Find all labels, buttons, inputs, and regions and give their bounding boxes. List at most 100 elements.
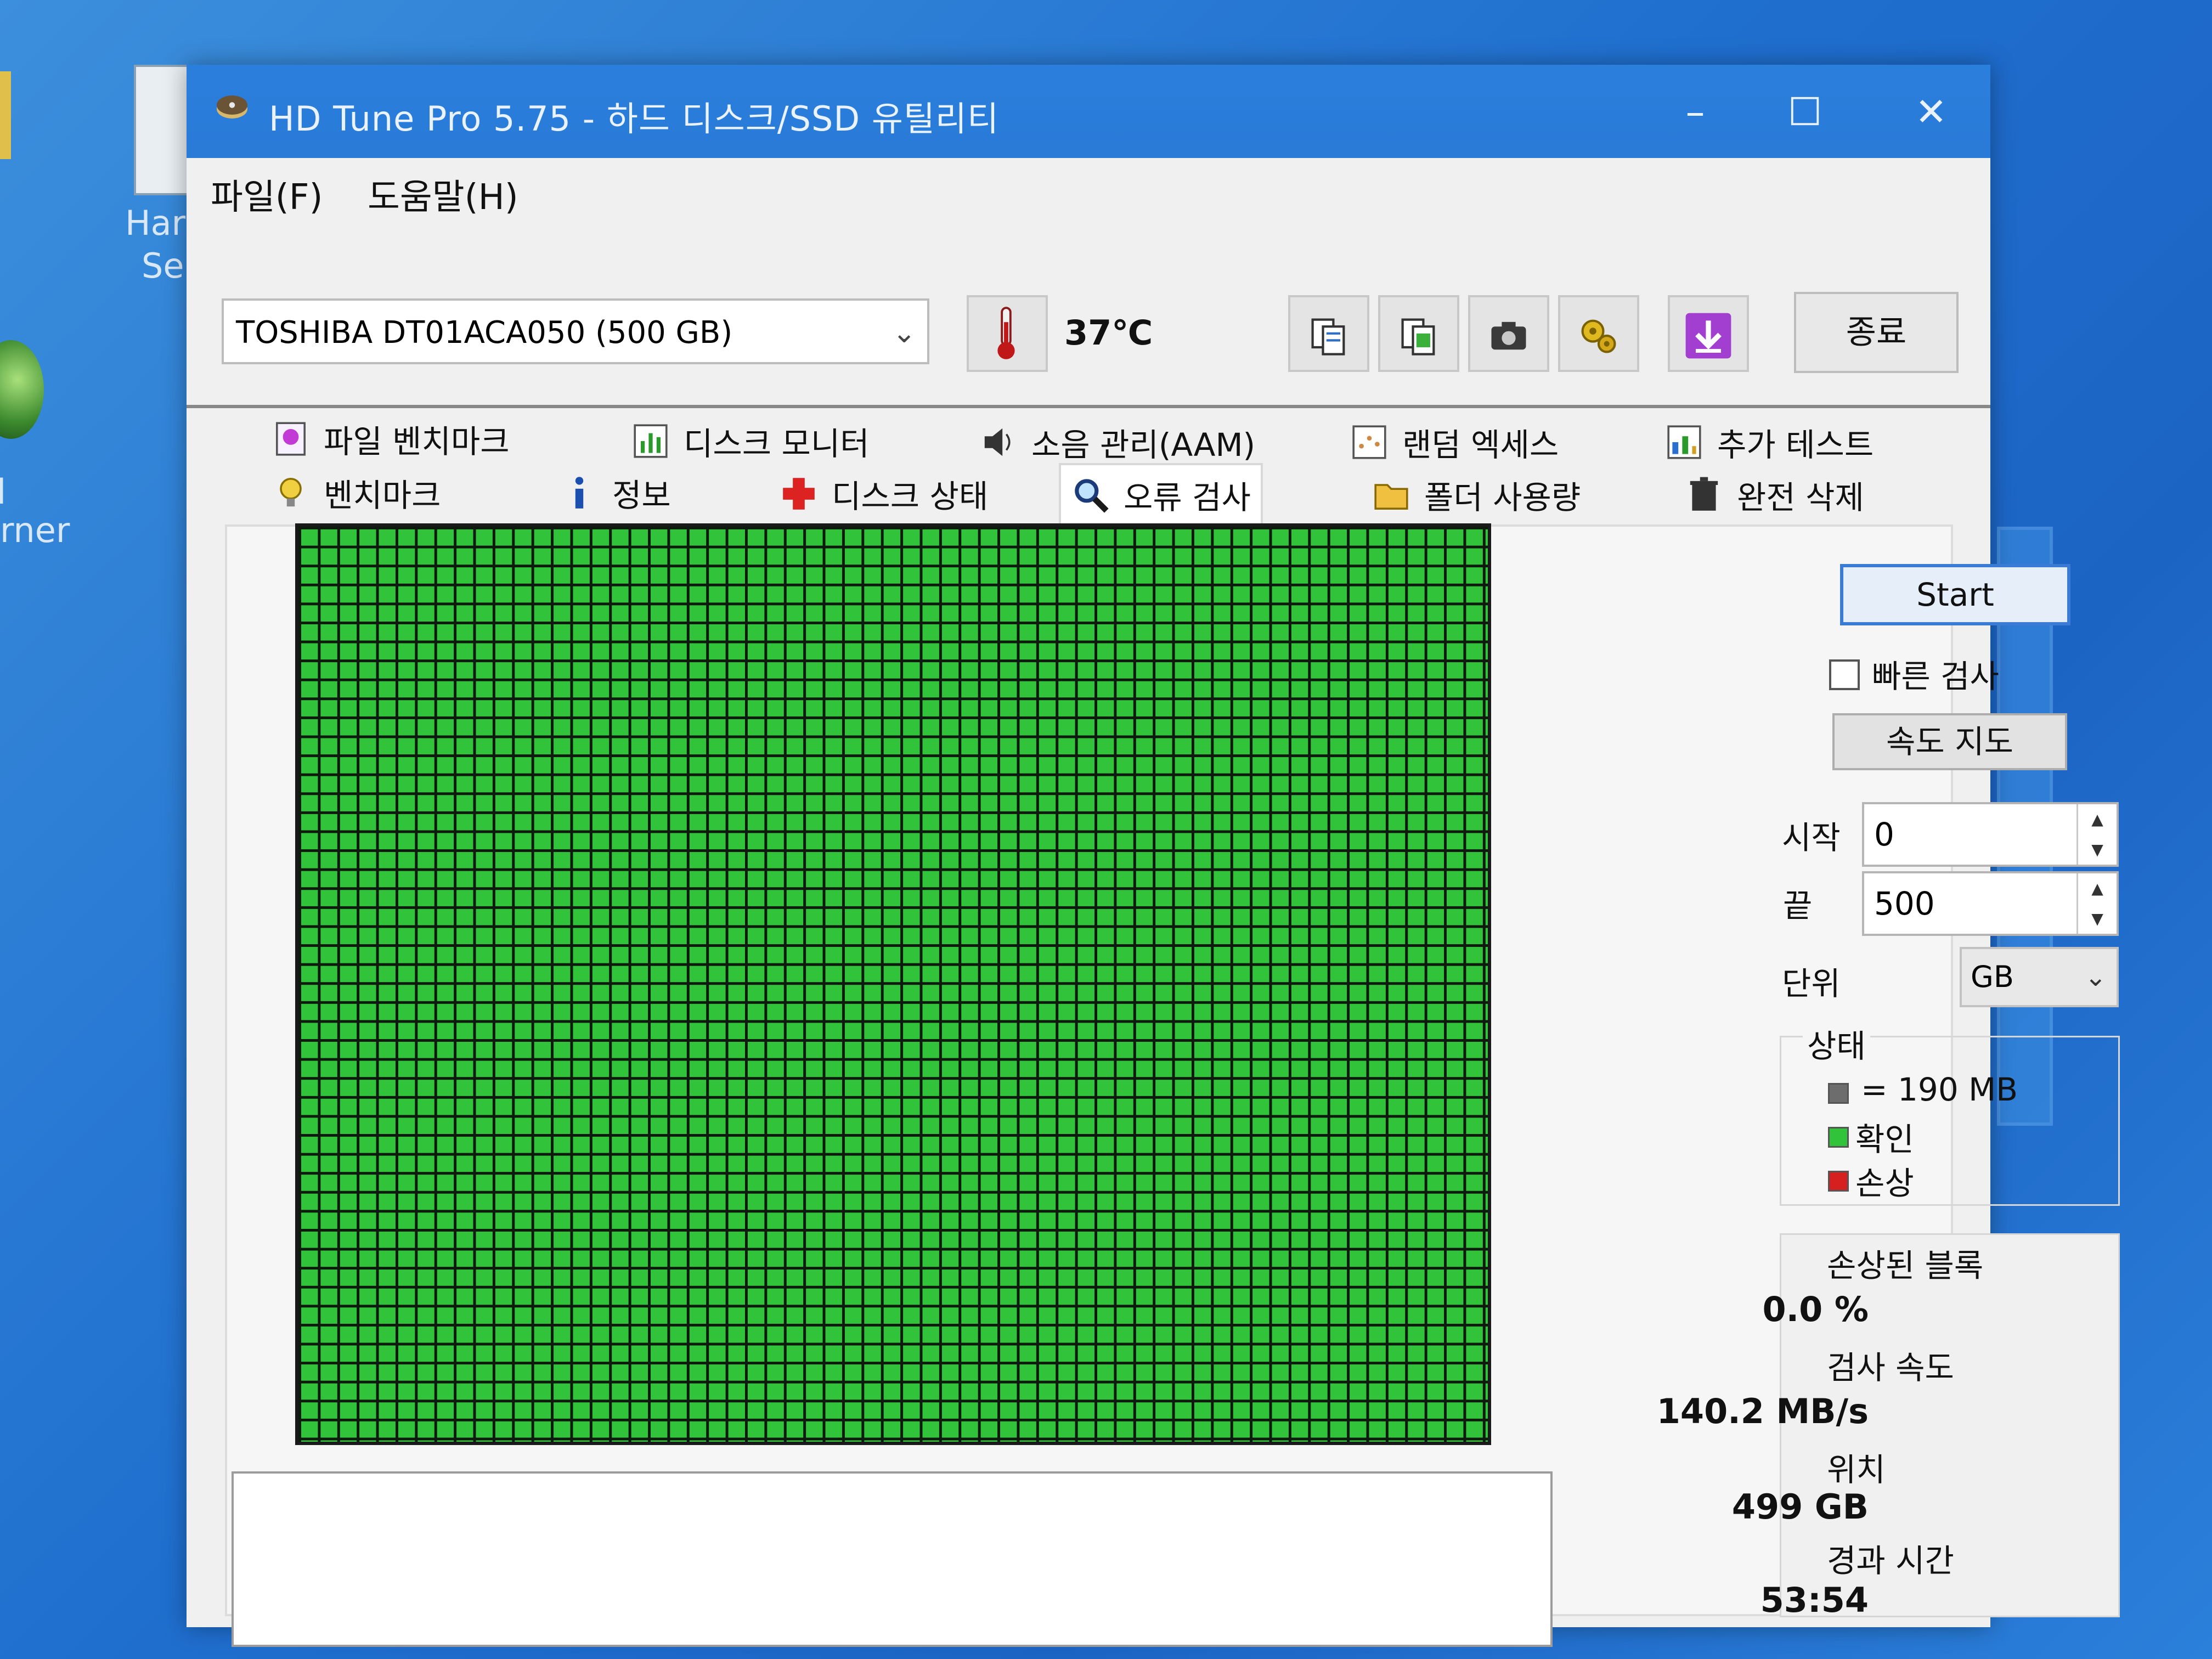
start-spinner[interactable]: ▲ ▼ (2076, 804, 2117, 865)
screenshot-button[interactable] (1468, 295, 1549, 372)
unit-label: 단위 (1782, 965, 1841, 1002)
tab-bar: 파일 벤치마크 디스크 모니터 소음 관리(AAM) 랜덤 엑세스 추가 테스트… (230, 409, 1948, 524)
end-spinner[interactable]: ▲ ▼ (2076, 873, 2117, 934)
menu-bar: 파일(F) 도움말(H) (187, 158, 1990, 218)
exit-button[interactable]: 종료 (1794, 292, 1959, 373)
trash-icon (1690, 477, 1718, 511)
tab-label: 폴더 사용량 (1424, 479, 1581, 516)
scan-speed-label: 검사 속도 (1827, 1349, 1954, 1386)
copy-icon (1311, 318, 1345, 356)
damaged-blocks-label: 손상된 블록 (1827, 1247, 1984, 1284)
title-bar[interactable]: HD Tune Pro 5.75 - 하드 디스크/SSD 유틸리티 – ☐ ✕ (187, 65, 1990, 158)
desktop-app-icon[interactable] (0, 340, 44, 439)
tab-label: 정보 (612, 477, 671, 514)
tab-random-access[interactable]: 랜덤 엑세스 (1350, 416, 1559, 469)
tab-label: 디스크 모니터 (684, 425, 870, 462)
chevron-down-icon: ⌄ (892, 317, 916, 349)
maximize-button[interactable]: ☐ (1772, 84, 1838, 139)
tab-disk-monitor[interactable]: 디스크 모니터 (631, 415, 870, 467)
folder-icon (1374, 484, 1408, 510)
legend-damaged: 손상 (1855, 1165, 1914, 1202)
tab-folder-usage[interactable]: 폴더 사용량 (1372, 469, 1581, 521)
minimize-button[interactable]: – (1662, 84, 1728, 139)
desktop-shortcut-thumbnail[interactable] (134, 65, 191, 195)
tab-label: 파일 벤치마크 (324, 423, 510, 460)
start-button[interactable]: Start (1840, 564, 2070, 625)
error-scan-panel: Start 빠른 검사 속도 지도 시작 0 ▲ ▼ 끝 500 ▲ ▼ 단위 GB… (225, 523, 2120, 1647)
hdtune-window: HD Tune Pro 5.75 - 하드 디스크/SSD 유틸리티 – ☐ ✕… (187, 65, 2120, 1647)
start-field[interactable]: 0 ▲ ▼ (1862, 802, 2119, 867)
copy-all-button[interactable] (1378, 295, 1459, 372)
tab-error-scan[interactable]: 오류 검사 (1059, 463, 1263, 524)
extra-tests-icon (1667, 425, 1701, 459)
damaged-blocks-value: 0.0 % (1762, 1289, 1869, 1329)
block-size-swatch (1828, 1083, 1849, 1104)
info-icon (575, 477, 584, 509)
legend-title: 상태 (1803, 1020, 1870, 1066)
drive-select[interactable]: TOSHIBA DT01ACA050 (500 GB) ⌄ (222, 298, 929, 364)
ok-swatch (1828, 1127, 1849, 1148)
disk-monitor-icon (634, 424, 668, 458)
close-button[interactable]: ✕ (1898, 84, 1964, 139)
tab-benchmark[interactable]: 벤치마크 (271, 466, 441, 519)
tab-label: 벤치마크 (324, 477, 441, 514)
tab-file-benchmark[interactable]: 파일 벤치마크 (271, 413, 510, 465)
block-map (295, 523, 1491, 1445)
save-button[interactable] (1668, 295, 1749, 372)
scan-speed-value: 140.2 MB/s (1656, 1391, 1869, 1431)
position-value: 499 GB (1731, 1487, 1869, 1527)
desktop-icon-label: Har (125, 203, 186, 243)
end-field-label: 끝 (1783, 887, 1813, 924)
quick-scan-checkbox[interactable] (1829, 659, 1860, 690)
end-field[interactable]: 500 ▲ ▼ (1862, 871, 2119, 936)
end-field-value: 500 (1874, 885, 1935, 922)
menu-file[interactable]: 파일(F) (211, 169, 323, 219)
desktop-left-shape (0, 71, 11, 159)
thermometer-icon (997, 307, 1015, 359)
tab-extra-tests[interactable]: 추가 테스트 (1664, 416, 1874, 469)
chevron-down-icon: ⌄ (2084, 962, 2107, 992)
tab-erase[interactable]: 완전 삭제 (1684, 469, 1864, 521)
drive-select-value: TOSHIBA DT01ACA050 (500 GB) (236, 315, 733, 351)
elapsed-time-label: 경과 시간 (1827, 1542, 1954, 1579)
start-field-label: 시작 (1782, 819, 1841, 856)
options-button[interactable] (1558, 295, 1639, 372)
scan-log-box[interactable] (232, 1471, 1553, 1647)
window-title: HD Tune Pro 5.75 - 하드 디스크/SSD 유틸리티 (269, 99, 999, 139)
tab-info[interactable]: 정보 (560, 466, 671, 519)
quick-scan-label: 빠른 검사 (1872, 658, 1999, 695)
temperature-value: 37℃ (1064, 313, 1153, 353)
menu-help[interactable]: 도움말(H) (368, 169, 518, 219)
tab-label: 소음 관리(AAM) (1031, 426, 1256, 464)
unit-select-value: GB (1971, 960, 2014, 994)
elapsed-time-value: 53:54 (1760, 1580, 1869, 1620)
tab-label: 추가 테스트 (1717, 426, 1874, 464)
unit-select[interactable]: GB ⌄ (1960, 947, 2119, 1007)
start-field-value: 0 (1874, 816, 1894, 853)
legend-ok: 확인 (1855, 1121, 1914, 1158)
speaker-icon (984, 428, 1011, 456)
tab-label: 완전 삭제 (1737, 479, 1864, 516)
app-icon (217, 95, 247, 119)
camera-icon (1491, 321, 1526, 350)
desktop-icon-label: l (0, 472, 7, 512)
magnifier-icon (1075, 479, 1109, 513)
position-label: 위치 (1827, 1451, 1886, 1488)
file-benchmark-icon (276, 422, 306, 456)
lightbulb-icon (280, 478, 302, 507)
copy-info-button[interactable] (1288, 295, 1369, 372)
toolbar: TOSHIBA DT01ACA050 (500 GB) ⌄ 37℃ 종료 (187, 218, 1990, 408)
speed-map-button[interactable]: 속도 지도 (1832, 713, 2067, 770)
tab-aam[interactable]: 소음 관리(AAM) (979, 416, 1255, 469)
copy-all-icon (1401, 318, 1435, 356)
tab-label: 오류 검사 (1124, 479, 1251, 516)
random-access-icon (1352, 425, 1386, 459)
tab-disk-health[interactable]: 디스크 상태 (779, 467, 988, 520)
temperature-button[interactable] (967, 295, 1048, 372)
legend-block-size: = 190 MB (1861, 1071, 2018, 1108)
tab-label: 랜덤 엑세스 (1402, 426, 1559, 464)
red-cross-icon (783, 478, 815, 510)
tab-label: 디스크 상태 (832, 478, 989, 515)
desktop-icon-label: rner (0, 510, 70, 550)
damaged-swatch (1828, 1171, 1849, 1192)
